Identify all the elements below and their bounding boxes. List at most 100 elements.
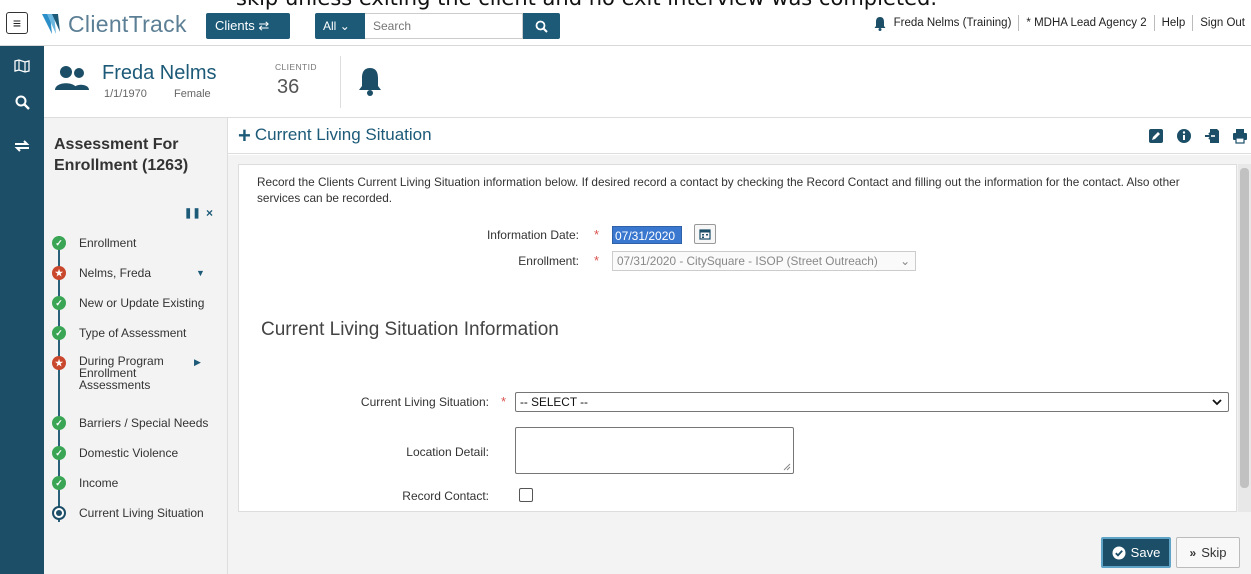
sign-out-link[interactable]: Sign Out <box>1200 17 1245 29</box>
form-card: Record the Clients Current Living Situat… <box>238 164 1237 512</box>
save-button-label: Save <box>1130 545 1161 560</box>
client-name[interactable]: Freda Nelms <box>102 62 216 85</box>
left-rail <box>0 46 44 574</box>
divider <box>340 56 341 108</box>
user-area: Freda Nelms (Training) * MDHA Lead Agenc… <box>873 15 1245 31</box>
required-marker: * <box>501 394 507 409</box>
information-date-label: Information Date: <box>486 228 579 242</box>
step-complete-icon: ✓ <box>52 296 66 310</box>
edit-icon[interactable] <box>1145 126 1167 146</box>
step-complete-icon: ✓ <box>52 236 66 250</box>
search-scope-dropdown[interactable]: All ⌄ <box>315 13 365 39</box>
step-complete-icon: ✓ <box>52 416 66 430</box>
caret-right-icon[interactable]: ▶ <box>194 357 201 368</box>
resize-grip-icon[interactable] <box>783 463 791 471</box>
export-icon[interactable] <box>1201 126 1223 146</box>
record-contact-label: Record Contact: <box>402 489 489 503</box>
client-alerts-bell-icon[interactable] <box>357 66 383 96</box>
form-scrollbar[interactable] <box>1238 164 1251 512</box>
switch-workflow-icon[interactable] <box>12 136 32 156</box>
workflow-step-label: Current Living Situation <box>79 506 204 520</box>
scrollbar-thumb[interactable] <box>1240 168 1249 488</box>
print-icon[interactable] <box>1229 126 1251 146</box>
logo-text: ClientTrack <box>68 10 187 37</box>
agency-link[interactable]: * MDHA Lead Agency 2 <box>1026 17 1146 29</box>
client-header: Freda Nelms 1/1/1970 Female CLIENTID 36 <box>44 46 1251 118</box>
workflow-title: Assessment For Enrollment (1263) <box>54 136 189 174</box>
close-workflow-icon[interactable]: × <box>206 206 213 220</box>
check-circle-icon <box>1112 546 1126 559</box>
step-complete-icon: ✓ <box>52 446 66 460</box>
search-button[interactable] <box>523 13 560 39</box>
current-living-situation-label: Current Living Situation: <box>360 395 489 409</box>
search-icon[interactable] <box>12 92 32 112</box>
information-date-field[interactable]: 07/31/2020 <box>612 226 682 244</box>
divider <box>1153 15 1155 31</box>
add-icon: + <box>238 122 251 148</box>
required-marker: * <box>594 253 600 268</box>
client-group-icon <box>55 66 89 90</box>
workflow-step-label: During Program Enrollment Assessments <box>79 354 164 392</box>
section-heading: Current Living Situation Information <box>261 319 559 340</box>
chevron-down-icon: ⌄ <box>900 254 910 268</box>
calendar-icon <box>699 229 711 240</box>
workflow-step-label: Barriers / Special Needs <box>79 416 209 430</box>
chevron-down-icon: ⌄ <box>339 19 350 33</box>
step-complete-icon: ✓ <box>52 476 66 490</box>
calendar-picker-button[interactable] <box>694 224 716 244</box>
form-instructions: Record the Clients Current Living Situat… <box>257 175 1180 205</box>
info-icon[interactable] <box>1173 126 1195 146</box>
workflow-step-label: Enrollment <box>79 236 137 250</box>
client-dob: 1/1/1970 <box>104 88 147 100</box>
page-title: + Current Living Situation <box>238 122 432 148</box>
chevron-down-icon <box>1212 393 1222 416</box>
skip-button[interactable]: » Skip <box>1176 537 1240 568</box>
current-living-situation-value: -- SELECT -- <box>520 395 588 409</box>
logo-mark-icon <box>42 14 60 34</box>
location-detail-label: Location Detail: <box>406 445 489 459</box>
skip-button-label: Skip <box>1201 545 1227 560</box>
double-chevron-right-icon: » <box>1189 545 1197 560</box>
client-id-value: 36 <box>277 76 300 98</box>
search-scope-label: All <box>323 19 337 33</box>
enrollment-label: Enrollment: <box>518 254 579 268</box>
step-current-icon <box>52 506 66 520</box>
workflow-step-label: Domestic Violence <box>79 446 179 460</box>
step-incomplete-icon: ★ <box>52 356 66 370</box>
main-title-bar: + Current Living Situation <box>228 118 1251 154</box>
help-link[interactable]: Help <box>1162 17 1186 29</box>
notifications-bell-icon[interactable] <box>873 16 887 31</box>
search-group: All ⌄ <box>315 13 560 39</box>
step-complete-icon: ✓ <box>52 326 66 340</box>
record-contact-checkbox[interactable] <box>519 488 533 502</box>
search-icon <box>535 20 548 33</box>
search-input[interactable] <box>365 13 523 39</box>
workflow-step-label: New or Update Existing <box>79 296 205 310</box>
page-title-text: Current Living Situation <box>254 125 432 144</box>
workflow-step-label: Income <box>79 476 119 490</box>
pause-workflow-icon[interactable]: ❚❚ <box>184 208 201 219</box>
required-marker: * <box>594 227 600 242</box>
user-name-link[interactable]: Freda Nelms (Training) <box>894 17 1012 29</box>
clients-switch-button[interactable]: Clients ⇄ <box>206 13 290 39</box>
divider <box>1192 15 1194 31</box>
client-id-label: CLIENTID <box>275 62 317 72</box>
enrollment-value: 07/31/2020 - CitySquare - ISOP (Street O… <box>617 254 878 268</box>
client-gender: Female <box>174 88 211 100</box>
caret-down-icon[interactable]: ▼ <box>196 268 205 278</box>
divider <box>1018 15 1020 31</box>
overlay-caption: skip unless exiting the client and no ex… <box>236 0 937 10</box>
clienttrack-logo[interactable]: ClientTrack <box>38 9 187 39</box>
save-button[interactable]: Save <box>1101 537 1171 568</box>
hamburger-menu-button[interactable]: ≡ <box>6 12 28 34</box>
toolbar <box>1139 126 1251 146</box>
workflow-step-label: Type of Assessment <box>79 326 187 340</box>
location-detail-textarea[interactable] <box>515 427 794 474</box>
workflow-sidebar: Assessment For Enrollment (1263) ❚❚ × ✓ E… <box>44 118 228 574</box>
app-root: ≡ ClientTrack Clients ⇄ All ⌄ Fred <box>0 0 1251 574</box>
step-incomplete-icon: ★ <box>52 266 66 280</box>
enrollment-select[interactable]: 07/31/2020 - CitySquare - ISOP (Street O… <box>612 251 916 271</box>
map-icon[interactable] <box>12 56 32 76</box>
current-living-situation-select[interactable]: -- SELECT -- <box>515 392 1229 412</box>
workflow-step-label: Nelms, Freda <box>79 266 152 280</box>
